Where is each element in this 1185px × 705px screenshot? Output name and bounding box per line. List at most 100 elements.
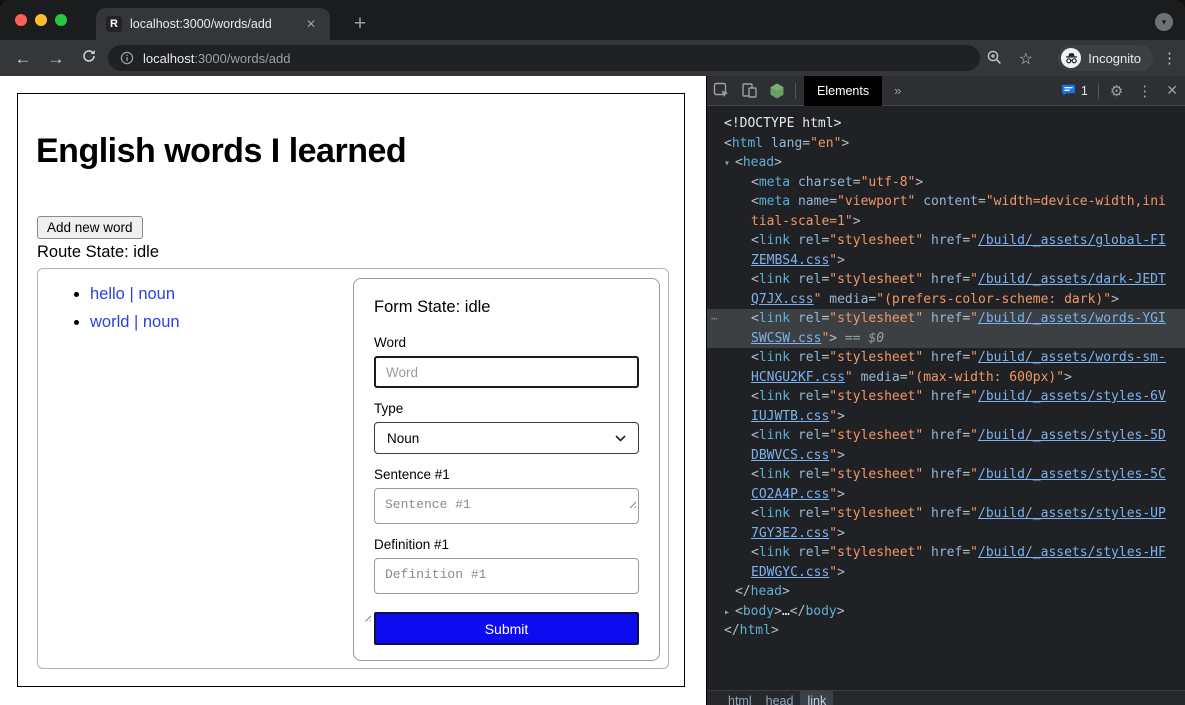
- code-line[interactable]: <link rel="stylesheet" href="/build/_ass…: [707, 348, 1185, 368]
- code-line[interactable]: 7GY3E2.css">: [707, 524, 1185, 544]
- browser-menu-button[interactable]: ⋮: [1162, 49, 1177, 67]
- code-line[interactable]: <meta name="viewport" content="width=dev…: [707, 192, 1185, 212]
- hover-dots-icon: ⋯: [711, 309, 717, 329]
- forward-button[interactable]: →: [43, 46, 69, 72]
- tab-close-icon[interactable]: ✕: [302, 15, 320, 33]
- page-info-icon[interactable]: [120, 51, 134, 65]
- inspect-element-button[interactable]: [707, 76, 735, 106]
- code-line[interactable]: IUJWTB.css">: [707, 407, 1185, 427]
- issues-count: 1: [1081, 84, 1088, 98]
- remix-favicon-icon: R: [106, 16, 122, 32]
- type-select[interactable]: Noun: [374, 422, 639, 454]
- code-line[interactable]: <link rel="stylesheet" href="/build/_ass…: [707, 504, 1185, 524]
- word-list-item: world | noun: [90, 313, 180, 332]
- node-extension-button[interactable]: [763, 76, 791, 106]
- code-line[interactable]: SWCSW.css"> == $0: [707, 329, 1185, 349]
- address-bar[interactable]: localhost:3000/words/add: [108, 45, 980, 71]
- resize-grip-icon[interactable]: [362, 613, 371, 622]
- devtools-toolbar: Elements » 1 ⚙ ⋮ ✕: [707, 76, 1185, 106]
- sentence-textarea[interactable]: [374, 488, 639, 524]
- code-line[interactable]: <link rel="stylesheet" href="/build/_ass…: [707, 426, 1185, 446]
- word-input[interactable]: [374, 356, 639, 388]
- tab-elements[interactable]: Elements: [804, 76, 882, 106]
- minimize-window-button[interactable]: [35, 14, 47, 26]
- code-line[interactable]: <meta charset="utf-8">: [707, 173, 1185, 193]
- definition-textarea[interactable]: [374, 558, 639, 594]
- zoom-page-button[interactable]: [986, 49, 1003, 71]
- code-line[interactable]: Q7JX.css" media="(prefers-color-scheme: …: [707, 290, 1185, 310]
- devtools-close-button[interactable]: ✕: [1159, 82, 1185, 99]
- reload-icon: [81, 48, 97, 64]
- chevron-down-icon: [615, 435, 626, 442]
- code-line[interactable]: <link rel="stylesheet" href="/build/_ass…: [707, 543, 1185, 563]
- tab-title: localhost:3000/words/add: [130, 17, 302, 31]
- incognito-icon: [1061, 48, 1081, 68]
- element-breadcrumbs: htmlheadlink: [707, 690, 1185, 705]
- device-toolbar-button[interactable]: [735, 76, 763, 106]
- issues-button[interactable]: 1: [1055, 84, 1094, 98]
- page-title: English words I learned: [36, 132, 406, 171]
- tab-strip: R localhost:3000/words/add ✕ + ▾: [0, 0, 1185, 40]
- back-button[interactable]: ←: [10, 46, 36, 72]
- code-line[interactable]: <link rel="stylesheet" href="/build/_ass…: [707, 387, 1185, 407]
- add-new-word-button[interactable]: Add new word: [37, 216, 143, 239]
- code-line[interactable]: ▾<head>: [707, 153, 1185, 173]
- devtools-menu-button[interactable]: ⋮: [1130, 82, 1159, 100]
- code-line[interactable]: tial-scale=1">: [707, 212, 1185, 232]
- browser-tab[interactable]: R localhost:3000/words/add ✕: [96, 8, 330, 40]
- code-line[interactable]: ▸<body>…</body>: [707, 602, 1185, 622]
- twisty-icon[interactable]: ▾: [724, 154, 735, 174]
- breadcrumb-item-html[interactable]: html: [721, 691, 759, 705]
- code-line[interactable]: CO2A4P.css">: [707, 485, 1185, 505]
- form-state-text: Form State: idle: [374, 298, 639, 317]
- devtools-panel: Elements » 1 ⚙ ⋮ ✕ <!DOCTYPE html><html …: [706, 76, 1185, 705]
- reload-button[interactable]: [76, 46, 102, 72]
- code-line[interactable]: EDWGYC.css">: [707, 563, 1185, 583]
- code-line[interactable]: </head>: [707, 582, 1185, 602]
- submit-button[interactable]: Submit: [374, 612, 639, 645]
- code-line[interactable]: DBWVCS.css">: [707, 446, 1185, 466]
- word-link[interactable]: world | noun: [90, 313, 180, 331]
- page-viewport: English words I learned Add new word Rou…: [0, 76, 706, 705]
- code-line[interactable]: HCNGU2KF.css" media="(max-width: 600px)"…: [707, 368, 1185, 388]
- code-line[interactable]: <link rel="stylesheet" href="/build/_ass…: [707, 270, 1185, 290]
- code-line[interactable]: <!DOCTYPE html>: [707, 114, 1185, 134]
- app-container: English words I learned Add new word Rou…: [17, 93, 685, 687]
- code-line[interactable]: <html lang="en">: [707, 134, 1185, 154]
- tab-search-button[interactable]: ▾: [1155, 13, 1173, 31]
- word-link[interactable]: hello | noun: [90, 285, 175, 303]
- bookmark-star-icon[interactable]: ☆: [1019, 49, 1033, 69]
- word-label: Word: [374, 335, 639, 350]
- code-line[interactable]: <link rel="stylesheet" href="/build/_ass…: [707, 231, 1185, 251]
- word-list: hello | noun world | noun: [70, 285, 180, 341]
- browser-window: R localhost:3000/words/add ✕ + ▾ ← → loc…: [0, 0, 1185, 705]
- inspect-cursor-icon: [713, 82, 730, 99]
- breadcrumb-item-head[interactable]: head: [759, 691, 801, 705]
- url-host: localhost: [143, 51, 194, 66]
- zoom-window-button[interactable]: [55, 14, 67, 26]
- devtools-settings-button[interactable]: ⚙: [1103, 82, 1130, 100]
- twisty-icon[interactable]: ▸: [724, 603, 735, 623]
- word-form: Form State: idle Word Type Noun Sentence…: [353, 278, 660, 661]
- breadcrumb-item-link[interactable]: link: [800, 691, 833, 705]
- more-tabs-button[interactable]: »: [882, 83, 913, 98]
- word-list-item: hello | noun: [90, 285, 180, 304]
- route-state-text: Route State: idle: [37, 243, 159, 262]
- url-path: :3000/words/add: [194, 51, 290, 66]
- code-line[interactable]: <link rel="stylesheet" href="/build/_ass…: [707, 465, 1185, 485]
- incognito-label: Incognito: [1088, 51, 1141, 66]
- type-label: Type: [374, 401, 639, 416]
- definition-label: Definition #1: [374, 537, 639, 552]
- code-line[interactable]: ZEMBS4.css">: [707, 251, 1185, 271]
- device-toolbar-icon: [741, 82, 758, 99]
- type-select-value: Noun: [387, 431, 419, 446]
- code-line[interactable]: </html>: [707, 621, 1185, 641]
- new-tab-button[interactable]: +: [346, 10, 374, 38]
- code-line[interactable]: ⋯<link rel="stylesheet" href="/build/_as…: [707, 309, 1185, 329]
- close-window-button[interactable]: [15, 14, 27, 26]
- code-view: <!DOCTYPE html><html lang="en">▾<head><m…: [707, 106, 1185, 690]
- magnifier-plus-icon: [986, 49, 1003, 66]
- toolbar-divider: [1098, 83, 1099, 99]
- browser-toolbar: ← → localhost:3000/words/add ☆ Incognito…: [0, 40, 1185, 76]
- words-panel: hello | noun world | noun Form State: idl…: [37, 268, 669, 669]
